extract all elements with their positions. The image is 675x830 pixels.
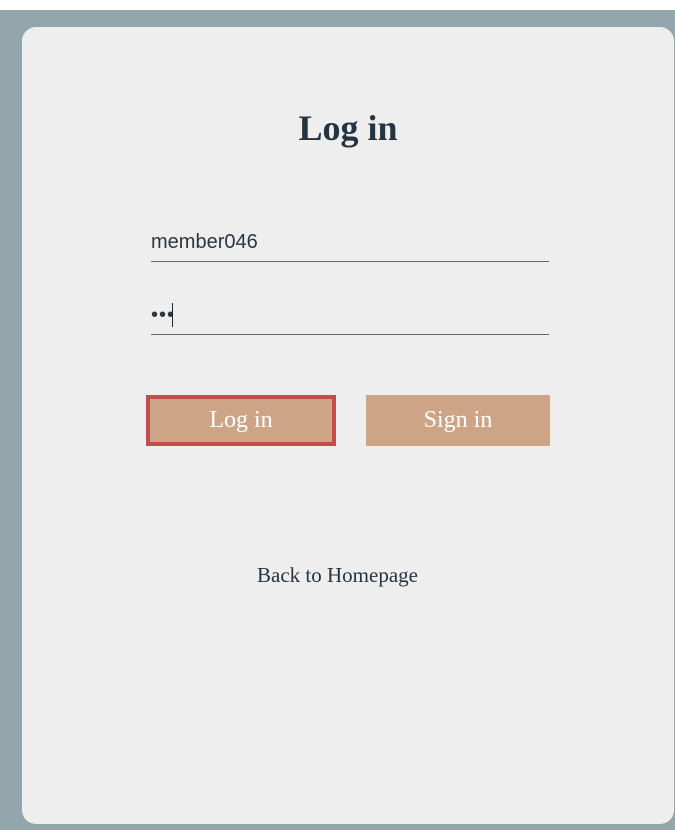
signin-button[interactable]: Sign in: [366, 395, 550, 446]
text-cursor: [172, 303, 173, 327]
password-input[interactable]: [151, 297, 549, 335]
page-title: Log in: [298, 108, 398, 148]
username-input[interactable]: [151, 224, 549, 262]
login-button[interactable]: Log in: [146, 395, 336, 446]
back-to-homepage-link[interactable]: Back to Homepage: [0, 563, 675, 588]
login-card: Log in: [22, 27, 674, 824]
